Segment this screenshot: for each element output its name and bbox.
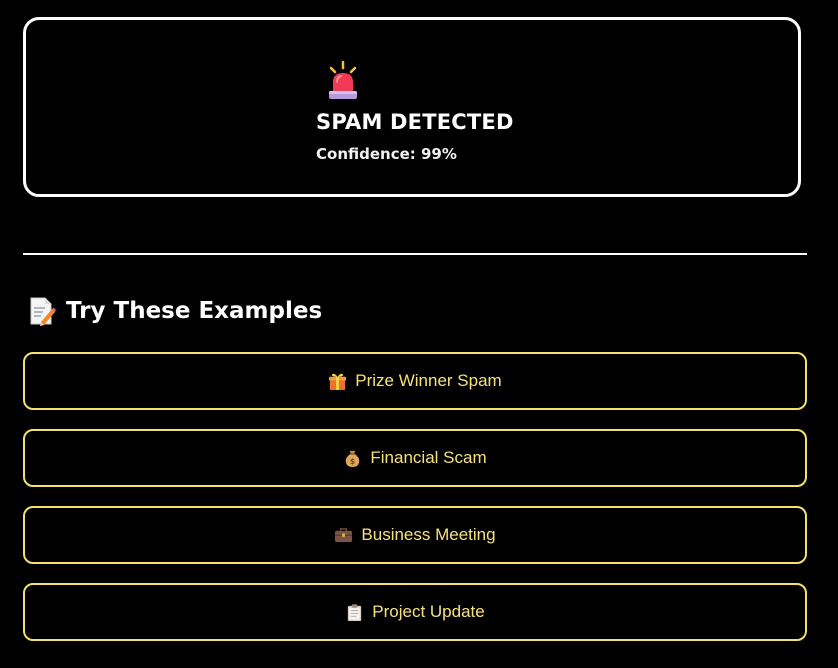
briefcase-icon <box>335 527 353 542</box>
prediction-result-content: SPAM DETECTED Confidence: 99% <box>316 60 514 163</box>
prediction-label: SPAM DETECTED <box>316 110 514 134</box>
examples-title: Try These Examples <box>66 298 323 324</box>
clipboard-icon <box>348 603 362 621</box>
examples-heading: Try These Examples <box>28 294 322 328</box>
example-button-business-meeting[interactable]: Business Meeting <box>23 506 807 564</box>
example-button-project-update[interactable]: Project Update <box>23 583 807 641</box>
example-button-label: Project Update <box>372 602 485 621</box>
example-button-label: Prize Winner Spam <box>355 371 502 390</box>
example-button-label: Financial Scam <box>370 448 487 467</box>
svg-text:$: $ <box>350 457 355 466</box>
police-siren-icon <box>329 60 357 99</box>
example-button-label: Business Meeting <box>361 525 496 544</box>
confidence-score: Confidence: 99% <box>316 145 457 163</box>
example-button-financial-scam[interactable]: $ Financial Scam <box>23 429 807 487</box>
example-button-prize-winner-spam[interactable]: Prize Winner Spam <box>23 352 807 410</box>
gift-icon <box>329 373 347 390</box>
memo-icon <box>30 297 56 326</box>
prediction-result-card: SPAM DETECTED Confidence: 99% <box>23 17 801 197</box>
money-bag-icon: $ <box>346 450 360 467</box>
section-divider <box>23 253 807 255</box>
